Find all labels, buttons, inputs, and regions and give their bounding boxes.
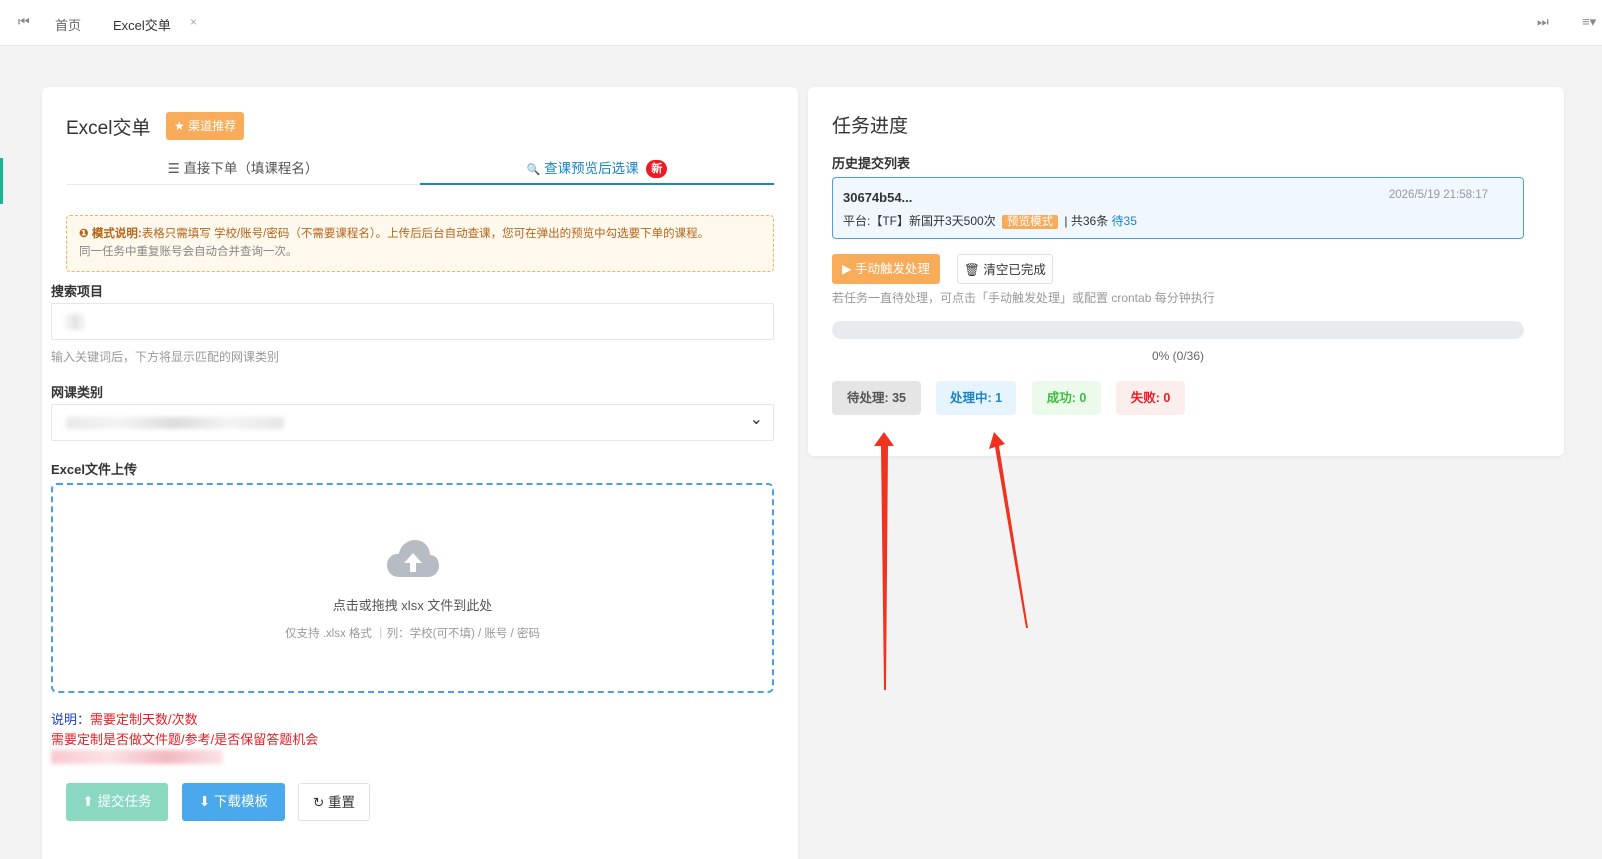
clear-completed-button[interactable]: 🗑 清空已完成 xyxy=(957,254,1053,284)
history-task-id: 30674b54... xyxy=(843,190,913,205)
notice-text: 表格只需填写 学校/账号/密码（不需要课程名）。上传后后台自动查课，您可在弹出的… xyxy=(141,228,710,240)
notes-line-1: 说明：需要定制天数/次数 xyxy=(51,709,198,728)
scroll-first-icon[interactable]: ⏮ xyxy=(18,14,30,30)
tab-close-icon[interactable]: × xyxy=(190,15,197,29)
redacted-text xyxy=(51,750,223,764)
history-time: 2026/5/19 21:58:17 xyxy=(1388,189,1488,201)
notes-prefix: 说明： xyxy=(51,712,91,727)
search-icon: 🔍 xyxy=(526,164,541,176)
notes-text-1: 需要定制天数/次数 xyxy=(90,712,198,727)
redacted-text xyxy=(66,314,84,330)
preview-mode-badge: 预览模式 xyxy=(1002,215,1059,229)
tab-preview-select[interactable]: 🔍 查课预览后选课 新 xyxy=(420,157,774,185)
submit-task-button[interactable]: ⬆ 提交任务 xyxy=(66,783,168,821)
history-label: 历史提交列表 xyxy=(832,156,911,171)
category-select[interactable]: ⌄ xyxy=(51,404,774,441)
upload-main-text: 点击或拖拽 xlsx 文件到此处 xyxy=(332,598,493,613)
progress-bar xyxy=(832,321,1524,339)
upload-label: Excel文件上传 xyxy=(51,462,137,477)
progress-title: 任务进度 xyxy=(832,116,909,137)
sidebar-accent xyxy=(0,158,3,204)
tab-label: 查课预览后选课 xyxy=(544,161,639,176)
history-pending-link[interactable]: 待35 xyxy=(1112,214,1137,228)
search-input[interactable] xyxy=(51,303,774,340)
task-progress-card: 任务进度 历史提交列表 30674b54... 2026/5/19 21:58:… xyxy=(808,87,1564,456)
recommend-button[interactable]: ★ 渠道推荐 xyxy=(166,112,245,140)
history-platform: 平台:【TF】新国开3天500次 xyxy=(843,214,996,228)
tab-direct-order[interactable]: ☰ 直接下单（填课程名） xyxy=(66,157,420,185)
history-details: 平台:【TF】新国开3天500次 预览模式 | 共36条 待35 xyxy=(843,212,1137,229)
stat-pending: 待处理: 35 xyxy=(832,381,921,415)
tab-label: 直接下单（填课程名） xyxy=(183,161,319,176)
progress-text: 0% (0/36) xyxy=(1151,349,1205,363)
cloud-upload-icon xyxy=(387,540,439,577)
history-total: | 共36条 xyxy=(1064,214,1109,228)
stat-fail: 失败: 0 xyxy=(1116,381,1185,415)
search-help: 输入关键词后，下方将显示匹配的网课类别 xyxy=(51,350,280,364)
redacted-text xyxy=(66,417,284,429)
tab-home[interactable]: 首页 xyxy=(55,15,81,34)
file-upload-dropzone[interactable]: 点击或拖拽 xlsx 文件到此处 仅支持 .xlsx 格式 ｜列：学校(可不填)… xyxy=(51,483,774,693)
top-tab-bar: ⏮ 首页 Excel交单 × ⏭ ≡▾ xyxy=(0,0,1602,46)
chevron-down-icon: ⌄ xyxy=(749,411,763,428)
notice-sub: 同一任务中重复账号会自动合并查询一次。 xyxy=(79,246,298,258)
scroll-last-icon[interactable]: ⏭ xyxy=(1537,14,1549,30)
mode-tabs: ☰ 直接下单（填课程名） 🔍 查课预览后选课 新 xyxy=(66,157,774,185)
history-list-item[interactable]: 30674b54... 2026/5/19 21:58:17 平台:【TF】新国… xyxy=(832,177,1524,239)
menu-icon[interactable]: ≡▾ xyxy=(1582,14,1596,30)
card-title: Excel交单 xyxy=(66,118,151,139)
list-icon: ☰ xyxy=(167,161,180,176)
new-badge: 新 xyxy=(646,160,668,178)
manual-trigger-button[interactable]: ▶ 手动触发处理 xyxy=(832,254,940,284)
search-label: 搜索项目 xyxy=(51,284,104,299)
arrow-to-pending xyxy=(874,432,894,690)
arrow-to-processing xyxy=(989,432,1028,628)
trigger-hint: 若任务一直待处理，可点击「手动触发处理」或配置 crontab 每分钟执行 xyxy=(832,291,1215,305)
mode-notice: ❶ 模式说明:表格只需填写 学校/账号/密码（不需要课程名）。上传后后台自动查课… xyxy=(66,215,774,272)
download-template-button[interactable]: ⬇ 下载模板 xyxy=(182,783,285,821)
tab-excel-order[interactable]: Excel交单 xyxy=(113,15,171,34)
notice-prefix: ❶ 模式说明: xyxy=(79,228,142,240)
notes-line-2: 需要定制是否做文件题/参考/是否保留答题机会 xyxy=(51,732,319,747)
category-label: 网课类别 xyxy=(51,385,104,400)
stat-success: 成功: 0 xyxy=(1032,381,1101,415)
stat-processing: 处理中: 1 xyxy=(936,381,1016,415)
excel-order-card: Excel交单 ★ 渠道推荐 ☰ 直接下单（填课程名） 🔍 查课预览后选课 新 … xyxy=(42,87,798,859)
upload-sub-text: 仅支持 .xlsx 格式 ｜列：学校(可不填) / 账号 / 密码 xyxy=(285,628,540,640)
reset-button[interactable]: ↻ 重置 xyxy=(298,783,370,821)
